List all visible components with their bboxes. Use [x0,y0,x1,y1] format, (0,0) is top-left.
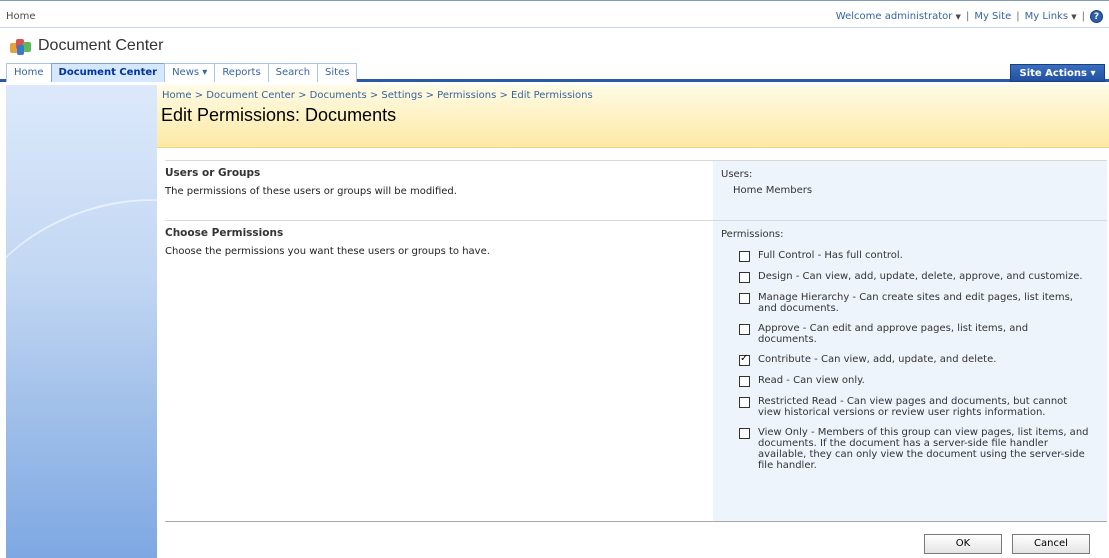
permission-item: Restricted Read - Can view pages and doc… [739,396,1089,418]
cancel-button[interactable]: Cancel [1012,534,1090,554]
permission-label: Contribute - Can view, add, update, and … [758,354,997,365]
permission-checkbox[interactable] [739,251,750,262]
my-site-link[interactable]: My Site [974,11,1011,22]
permission-item: Design - Can view, add, update, delete, … [739,271,1089,283]
permissions-list: Full Control - Has full control. Design -… [739,250,1089,471]
ok-button[interactable]: OK [924,534,1002,554]
permission-item: Contribute - Can view, add, update, and … [739,353,1089,366]
permission-label: Design - Can view, add, update, delete, … [758,271,1083,282]
my-links-label: My Links [1024,11,1069,22]
users-section: Users or Groups The permissions of these… [165,160,1107,220]
nav-tabs: Home Document Center News ▾ Reports Search Si… [6,63,358,82]
tab-sites[interactable]: Sites [317,63,358,82]
users-description: The permissions of these users or groups… [165,186,457,197]
chevron-down-icon: ▼ [955,13,961,21]
permission-item: Approve - Can edit and approve pages, li… [739,323,1089,345]
users-label: Users: [721,169,753,180]
decorative-swoosh [6,163,157,447]
permission-checkbox[interactable] [739,293,750,304]
separator: | [1016,11,1020,22]
top-home-link[interactable]: Home [6,11,36,22]
permission-item: View Only - Members of this group can vi… [739,427,1089,471]
permission-checkbox[interactable] [739,324,750,335]
form-divider [165,521,1107,522]
tab-search[interactable]: Search [267,63,319,82]
permissions-description: Choose the permissions you want these us… [165,246,490,257]
welcome-label: Welcome administrator [835,11,953,22]
permission-label: Full Control - Has full control. [758,250,903,261]
permission-checkbox[interactable] [739,272,750,283]
permission-label: Manage Hierarchy - Can create sites and … [758,292,1073,314]
users-section-value: Users: Home Members [713,161,1107,220]
left-navigation-panel [6,85,157,558]
top-right-links: Welcome administrator ▼ | My Site | My L… [836,10,1103,23]
permission-checkbox[interactable] [739,428,750,439]
form-content: Users or Groups The permissions of these… [165,160,1107,521]
users-section-info: Users or Groups The permissions of these… [165,161,713,197]
my-links-menu[interactable]: My Links ▼ [1025,11,1077,22]
permission-item: Manage Hierarchy - Can create sites and … [739,292,1089,314]
welcome-menu[interactable]: Welcome administrator ▼ [836,11,961,22]
site-logo-icon [10,37,32,55]
permissions-label: Permissions: [721,229,784,240]
breadcrumb[interactable]: Home > Document Center > Documents > Set… [162,90,593,101]
global-top-bar: Home Welcome administrator ▼ | My Site |… [0,0,1109,28]
site-header: Document Center [10,36,163,56]
permission-label: Approve - Can edit and approve pages, li… [758,323,1029,345]
permissions-section-value: Permissions: Full Control - Has full con… [713,221,1107,521]
permission-item: Read - Can view only. [739,375,1089,387]
users-value: Home Members [733,185,813,196]
permission-label: Read - Can view only. [758,375,865,386]
help-icon[interactable]: ? [1090,10,1103,23]
chevron-down-icon: ▼ [1071,13,1077,21]
permissions-section-info: Choose Permissions Choose the permission… [165,221,713,257]
permission-item: Full Control - Has full control. [739,250,1089,262]
tab-reports[interactable]: Reports [214,63,269,82]
permission-checkbox[interactable] [739,397,750,408]
page-title: Edit Permissions: Documents [161,105,397,125]
permission-label: Restricted Read - Can view pages and doc… [758,396,1068,418]
permission-label: View Only - Members of this group can vi… [758,427,1089,471]
separator: | [965,11,970,22]
permission-checkbox[interactable] [739,376,750,387]
top-navigation: Home Document Center News ▾ Reports Search Si… [0,62,1109,82]
tab-document-center[interactable]: Document Center [50,63,166,82]
tab-home[interactable]: Home [6,63,52,82]
site-title[interactable]: Document Center [38,37,163,55]
permissions-section: Choose Permissions Choose the permission… [165,220,1107,521]
tab-news[interactable]: News ▾ [164,63,216,82]
site-actions-button[interactable]: Site Actions ▾ [1010,64,1105,82]
separator: | [1081,11,1085,22]
page-title-area: Home > Document Center > Documents > Set… [157,85,1109,148]
permission-checkbox[interactable] [739,353,750,366]
permissions-heading: Choose Permissions [165,227,284,239]
users-heading: Users or Groups [165,167,261,179]
